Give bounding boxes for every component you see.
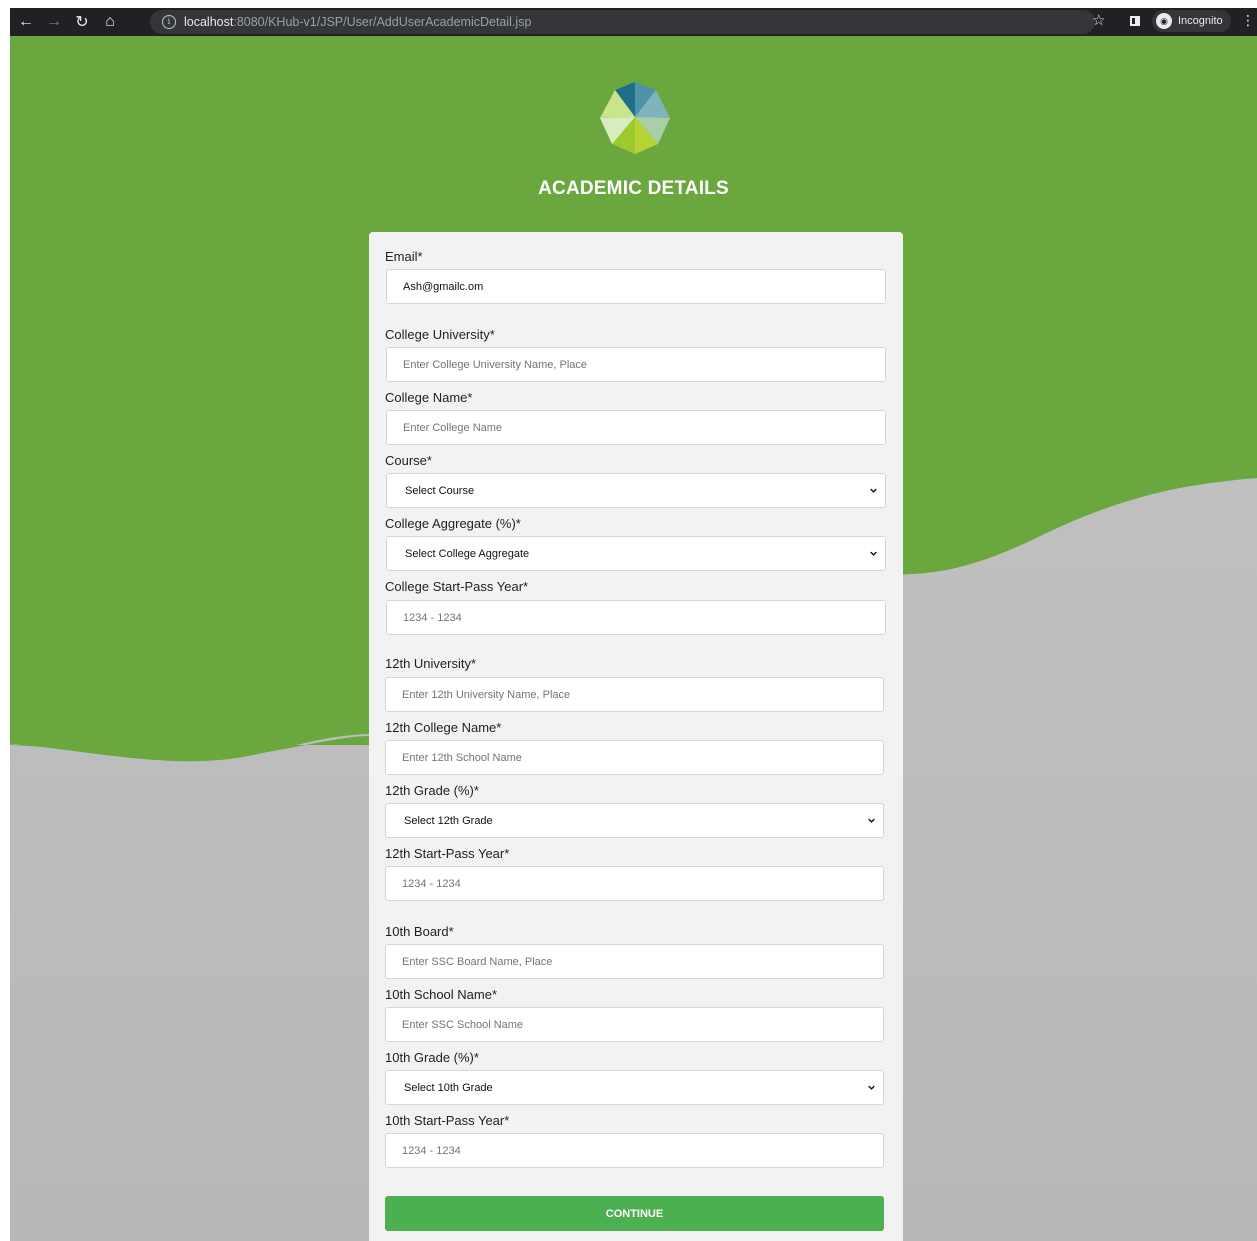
site-logo — [600, 82, 670, 154]
tenth-school-label: 10th School Name* — [385, 987, 498, 1002]
continue-button[interactable]: CONTINUE — [385, 1196, 884, 1231]
address-bar[interactable]: i localhost:8080/KHub-v1/JSP/User/AddUse… — [150, 10, 1095, 34]
course-select-value: Select Course — [405, 484, 475, 497]
college-name-label: College Name* — [385, 390, 473, 405]
browser-toolbar: ← → ↻ ⌂ i localhost:8080/KHub-v1/JSP/Use… — [10, 8, 1257, 36]
college-aggregate-label: College Aggregate (%)* — [385, 516, 521, 531]
url-host: localhost — [184, 15, 234, 29]
college-university-input[interactable] — [386, 347, 886, 382]
url-text: localhost:8080/KHub-v1/JSP/User/AddUserA… — [184, 15, 531, 29]
college-aggregate-select-value: Select College Aggregate — [405, 547, 530, 560]
page-viewport: ACADEMIC DETAILS Email* College Universi… — [10, 36, 1257, 1241]
twelfth-year-label: 12th Start-Pass Year* — [385, 846, 510, 861]
page-title: ACADEMIC DETAILS — [538, 178, 729, 199]
tenth-year-label: 10th Start-Pass Year* — [385, 1113, 510, 1128]
back-arrow-icon[interactable]: ← — [14, 10, 38, 34]
email-field[interactable] — [386, 269, 886, 304]
tenth-board-input[interactable] — [385, 944, 884, 979]
course-select[interactable]: Select Course — [386, 473, 886, 508]
tenth-school-input[interactable] — [385, 1007, 884, 1042]
side-panel-icon[interactable] — [1130, 16, 1140, 26]
course-label: Course* — [385, 453, 432, 468]
chevron-down-icon — [868, 818, 875, 823]
chevron-down-icon — [870, 488, 877, 493]
incognito-profile-badge[interactable]: ◉ Incognito — [1152, 10, 1231, 32]
forward-arrow-icon[interactable]: → — [42, 10, 66, 34]
tenth-grade-select-value: Select 10th Grade — [404, 1081, 493, 1094]
url-path: :8080/KHub-v1/JSP/User/AddUserAcademicDe… — [233, 15, 532, 29]
twelfth-college-input[interactable] — [385, 740, 884, 775]
twelfth-university-label: 12th University* — [385, 656, 477, 671]
browser-menu-icon[interactable]: ⋮ — [1241, 12, 1255, 29]
twelfth-year-input[interactable] — [385, 866, 884, 901]
site-info-icon[interactable]: i — [162, 15, 176, 29]
twelfth-university-input[interactable] — [385, 677, 884, 712]
incognito-label: Incognito — [1178, 15, 1223, 27]
incognito-icon: ◉ — [1156, 13, 1172, 29]
tenth-grade-label: 10th Grade (%)* — [385, 1050, 479, 1065]
tenth-year-input[interactable] — [385, 1133, 884, 1168]
college-year-label: College Start-Pass Year* — [385, 579, 529, 594]
college-year-input[interactable] — [386, 600, 886, 635]
college-name-input[interactable] — [386, 410, 886, 445]
twelfth-college-label: 12th College Name* — [385, 720, 502, 735]
tenth-grade-select[interactable]: Select 10th Grade — [385, 1070, 884, 1105]
bookmark-star-icon[interactable]: ☆ — [1092, 11, 1105, 29]
college-aggregate-select[interactable]: Select College Aggregate — [386, 536, 886, 571]
twelfth-grade-select-value: Select 12th Grade — [404, 814, 493, 827]
tenth-board-label: 10th Board* — [385, 924, 454, 939]
twelfth-grade-label: 12th Grade (%)* — [385, 783, 479, 798]
chevron-down-icon — [868, 1085, 875, 1090]
college-university-label: College University* — [385, 327, 495, 342]
chevron-down-icon — [870, 551, 877, 556]
window-edge — [0, 0, 10, 1241]
email-label: Email* — [385, 249, 423, 264]
reload-icon[interactable]: ↻ — [70, 10, 94, 34]
twelfth-grade-select[interactable]: Select 12th Grade — [385, 803, 884, 838]
home-icon[interactable]: ⌂ — [98, 10, 122, 34]
